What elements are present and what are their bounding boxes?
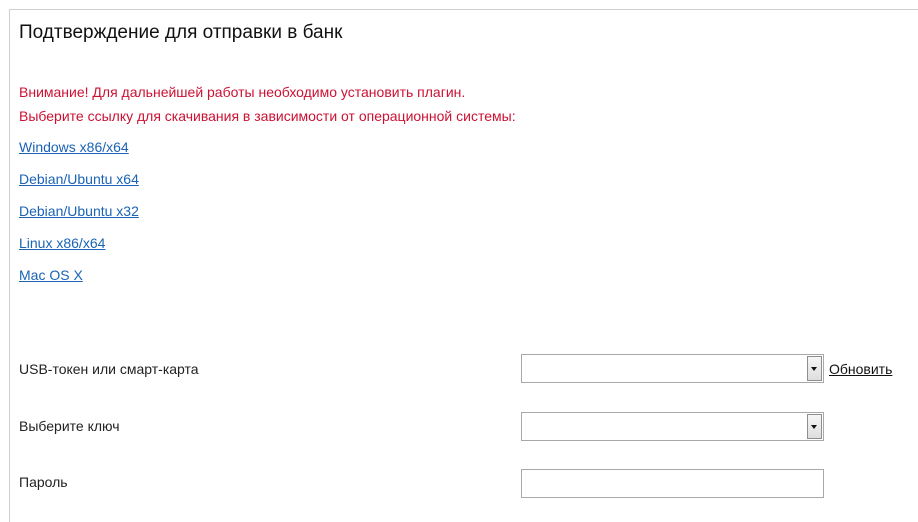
- download-links-list: Windows x86/x64 Debian/Ubuntu x64 Debian…: [19, 139, 139, 299]
- key-select-label: Выберите ключ: [19, 418, 120, 434]
- usb-token-dropdown-button[interactable]: [807, 356, 822, 381]
- chevron-down-icon: [811, 425, 817, 429]
- key-dropdown-button[interactable]: [807, 414, 822, 439]
- download-link-windows[interactable]: Windows x86/x64: [19, 139, 139, 171]
- plugin-warning-line-2: Выберите ссылку для скачивания в зависим…: [19, 108, 516, 124]
- download-link-debian-x32[interactable]: Debian/Ubuntu x32: [19, 203, 139, 235]
- usb-token-label: USB-токен или смарт-карта: [19, 361, 199, 377]
- password-input[interactable]: [521, 469, 824, 498]
- plugin-warning-line-1: Внимание! Для дальнейшей работы необходи…: [19, 84, 466, 100]
- download-link-linux[interactable]: Linux x86/x64: [19, 235, 139, 267]
- key-select[interactable]: [521, 412, 824, 441]
- chevron-down-icon: [811, 367, 817, 371]
- download-link-debian-x64[interactable]: Debian/Ubuntu x64: [19, 171, 139, 203]
- download-link-macos[interactable]: Mac OS X: [19, 267, 139, 299]
- refresh-link[interactable]: Обновить: [829, 361, 892, 377]
- usb-token-select[interactable]: [521, 354, 824, 383]
- password-label: Пароль: [19, 474, 68, 490]
- page-title: Подтверждение для отправки в банк: [19, 22, 343, 43]
